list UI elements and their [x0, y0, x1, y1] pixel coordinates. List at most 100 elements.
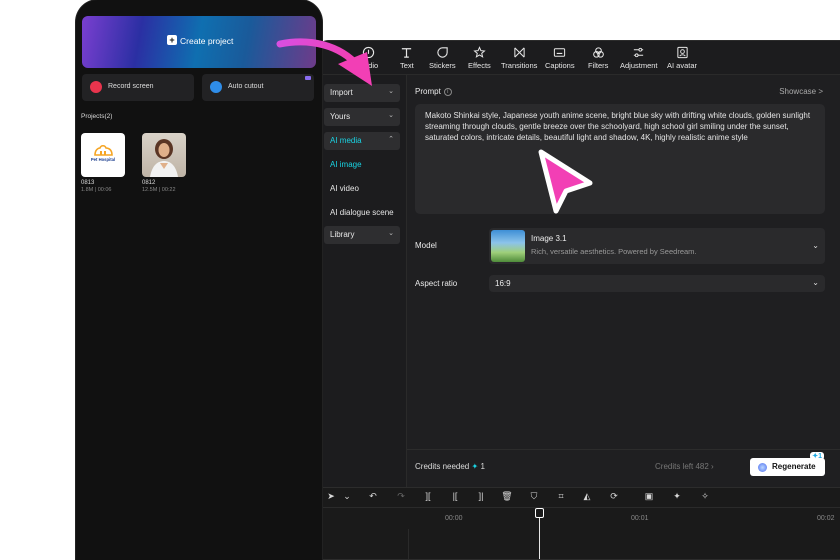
sidebar-ai-media[interactable]: AI media ⌃	[324, 132, 400, 150]
prompt-textarea[interactable]: Makoto Shinkai style, Japanese youth ani…	[415, 104, 825, 214]
ai-avatar-icon	[676, 46, 688, 59]
create-project-button[interactable]: + Create project	[82, 16, 316, 68]
model-thumbnail	[491, 230, 525, 262]
toolbar-ai-avatar[interactable]: AI avatar	[667, 46, 697, 72]
chevron-down-icon: ⌄	[388, 88, 394, 95]
shield-icon[interactable]: ⛉	[528, 491, 540, 503]
ai-person-icon[interactable]: ✧	[699, 491, 711, 503]
record-screen-button[interactable]: Record screen	[82, 74, 194, 101]
effects-icon	[473, 46, 486, 58]
timeline-track-header	[319, 529, 409, 559]
toolbar-audio-label: Audio	[359, 61, 379, 70]
transitions-icon	[514, 47, 525, 58]
toolbar-filters[interactable]: Filters	[588, 46, 608, 72]
flip-icon[interactable]: ◭	[581, 491, 593, 503]
auto-cutout-button[interactable]: Auto cutout	[202, 74, 314, 101]
timeline-time-1: 00:01	[631, 515, 649, 522]
toolbar-stickers-label: Stickers	[429, 61, 456, 70]
toolbar-captions-label: Captions	[545, 61, 575, 70]
premium-badge-icon	[305, 76, 311, 80]
ai-image-panel: Prompt i Showcase > Makoto Shinkai style,…	[407, 75, 840, 487]
toolbar-text[interactable]: Text	[400, 46, 414, 72]
delete-icon[interactable]: 🗑	[501, 491, 513, 503]
auto-cutout-label: Auto cutout	[228, 83, 264, 90]
plus-icon: +	[167, 35, 177, 45]
media-toolbar: Audio Text Stickers Effects Transitions …	[319, 41, 840, 75]
projects-title: Projects(2)	[81, 113, 113, 120]
timeline-toolbar: ➤ ⌄ ↶ ↷ ][ |[ ]| 🗑 ⛉ ⌗ ◭ ⟳ ▣ ✦ ✧	[319, 488, 840, 508]
credits-left-text: Credits left 482	[655, 462, 709, 471]
prompt-label-text: Prompt	[415, 87, 441, 96]
regenerate-button[interactable]: Regenerate ✦1	[750, 452, 825, 476]
toolbar-transitions-label: Transitions	[501, 61, 538, 70]
chevron-right-icon: ›	[711, 462, 714, 471]
sidebar-ai-video[interactable]: AI video	[330, 184, 359, 193]
redo-icon[interactable]: ↷	[395, 491, 407, 503]
rotate-icon[interactable]: ⟳	[608, 491, 620, 503]
captions-icon	[554, 48, 566, 57]
aspect-ratio-select[interactable]: 16:9 ⌄	[489, 275, 825, 292]
split-icon[interactable]: ][	[422, 491, 434, 503]
select-cursor-icon[interactable]: ➤	[325, 491, 337, 503]
toolbar-captions[interactable]: Captions	[545, 46, 575, 72]
model-name: Image 3.1	[531, 234, 567, 243]
sidebar-ai-media-label: AI media	[330, 136, 362, 145]
toolbar-effects[interactable]: Effects	[468, 46, 491, 72]
audio-icon	[362, 46, 375, 59]
credits-needed: Credits needed ✦ 1	[415, 462, 485, 471]
chevron-up-icon: ⌃	[388, 136, 394, 143]
toolbar-text-label: Text	[400, 61, 414, 70]
editor-window: Audio Text Stickers Effects Transitions …	[318, 40, 840, 560]
sidebar-library-label: Library	[330, 230, 355, 239]
stickers-icon	[437, 47, 448, 58]
toolbar-filters-label: Filters	[588, 61, 609, 70]
portrait-image	[150, 139, 178, 177]
person-icon	[210, 81, 222, 93]
phone-app: + Create project Record screen Auto cuto…	[76, 0, 322, 560]
generate-bar: Credits needed ✦ 1 Credits left 482 › Re…	[407, 449, 840, 487]
media-sidebar: Import ⌄ Yours ⌄ AI media ⌃ AI image AI …	[319, 75, 407, 487]
undo-icon[interactable]: ↶	[367, 491, 379, 503]
project-thumbnail-0[interactable]: Pet Hospital	[81, 133, 125, 177]
toolbar-ai-avatar-label: AI avatar	[667, 61, 698, 70]
model-label: Model	[415, 241, 437, 250]
sidebar-import-label: Import	[330, 88, 353, 97]
record-screen-label: Record screen	[108, 83, 154, 90]
sidebar-ai-image[interactable]: AI image	[330, 160, 362, 169]
toolbar-audio[interactable]: Audio	[359, 46, 378, 72]
credits-left[interactable]: Credits left 482 ›	[655, 462, 714, 471]
model-select[interactable]: Image 3.1 Rich, versatile aesthetics. Po…	[489, 228, 825, 264]
toolbar-stickers[interactable]: Stickers	[429, 46, 456, 72]
pet-hospital-logo: Pet Hospital	[91, 144, 115, 162]
showcase-link[interactable]: Showcase >	[779, 87, 823, 96]
trim-right-icon[interactable]: ]|	[475, 491, 487, 503]
adjustment-icon	[634, 47, 644, 58]
project-thumbnail-1[interactable]	[142, 133, 186, 177]
sidebar-import[interactable]: Import ⌄	[324, 84, 400, 102]
credits-needed-value: 1	[480, 462, 485, 471]
magic-wand-icon[interactable]: ✦	[671, 491, 683, 503]
playhead-handle[interactable]	[535, 508, 544, 518]
toolbar-adjustment[interactable]: Adjustment	[620, 46, 658, 72]
filters-icon	[592, 47, 604, 58]
toolbar-transitions[interactable]: Transitions	[501, 46, 537, 72]
crop-icon[interactable]: ⌗	[555, 491, 567, 503]
chevron-down-icon[interactable]: ⌄	[341, 491, 353, 503]
sidebar-yours-label: Yours	[330, 112, 351, 121]
info-icon[interactable]: i	[443, 87, 452, 96]
regenerate-cost-badge: ✦1	[810, 452, 824, 460]
timeline: ➤ ⌄ ↶ ↷ ][ |[ ]| 🗑 ⛉ ⌗ ◭ ⟳ ▣ ✦ ✧ 00:00 0…	[319, 487, 840, 559]
svg-text:Pet Hospital: Pet Hospital	[91, 157, 115, 162]
chevron-down-icon: ⌄	[812, 241, 819, 250]
sidebar-yours[interactable]: Yours ⌄	[324, 108, 400, 126]
prompt-label: Prompt i	[415, 87, 452, 96]
timeline-time-2: 00:02	[817, 515, 835, 522]
project-meta-1: 12.5M | 00:22	[142, 187, 176, 193]
create-project-label: Create project	[180, 36, 234, 46]
model-description: Rich, versatile aesthetics. Powered by S…	[531, 247, 697, 256]
sidebar-ai-dialogue-scene[interactable]: AI dialogue scene	[330, 208, 394, 217]
chevron-down-icon: ⌄	[388, 112, 394, 119]
sidebar-library[interactable]: Library ⌄	[324, 226, 400, 244]
preview-icon[interactable]: ▣	[643, 491, 655, 503]
trim-left-icon[interactable]: |[	[449, 491, 461, 503]
